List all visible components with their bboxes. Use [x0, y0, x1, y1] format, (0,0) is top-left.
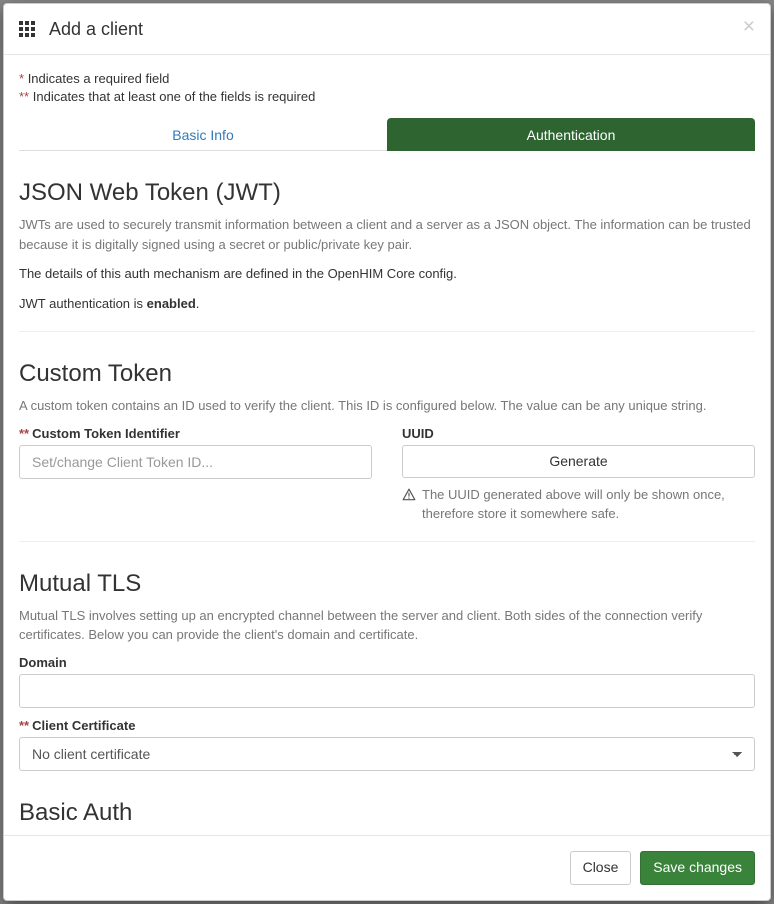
- tab-authentication[interactable]: Authentication: [387, 118, 755, 151]
- client-certificate-label: **Client Certificate: [19, 718, 755, 733]
- modal-header: Add a client ×: [4, 4, 770, 55]
- jwt-description: JWTs are used to securely transmit infor…: [19, 215, 755, 254]
- close-button[interactable]: Close: [570, 851, 632, 885]
- custom-token-description: A custom token contains an ID used to ve…: [19, 396, 755, 416]
- warning-icon: [402, 486, 416, 522]
- domain-group: Domain: [19, 655, 755, 708]
- custom-token-identifier-label: **Custom Token Identifier: [19, 426, 372, 441]
- tab-basic-info[interactable]: Basic Info: [19, 118, 387, 151]
- close-icon[interactable]: ×: [743, 16, 755, 37]
- tab-bar: Basic Info Authentication: [19, 118, 755, 151]
- jwt-section-title: JSON Web Token (JWT): [19, 179, 755, 207]
- jwt-config-note: The details of this auth mechanism are d…: [19, 264, 755, 284]
- mutual-tls-section-title: Mutual TLS: [19, 570, 755, 598]
- client-certificate-group: **Client Certificate No client certifica…: [19, 718, 755, 771]
- modal-footer: Close Save changes: [4, 835, 770, 900]
- add-client-modal: Add a client × * Indicates a required fi…: [3, 3, 771, 901]
- uuid-warning: The UUID generated above will only be sh…: [402, 486, 755, 522]
- custom-token-identifier-group: **Custom Token Identifier: [19, 426, 372, 523]
- divider: [19, 331, 755, 332]
- save-changes-button[interactable]: Save changes: [640, 851, 755, 885]
- basic-auth-section-title: Basic Auth: [19, 799, 755, 827]
- custom-token-section-title: Custom Token: [19, 360, 755, 388]
- jwt-status: JWT authentication is enabled.: [19, 294, 755, 314]
- grip-icon: [19, 21, 37, 39]
- divider: [19, 541, 755, 542]
- domain-label: Domain: [19, 655, 755, 670]
- required-field-note: * Indicates a required field: [19, 70, 755, 88]
- uuid-group: UUID Generate The UUID generated above w…: [402, 426, 755, 523]
- domain-input[interactable]: [19, 674, 755, 708]
- modal-title: Add a client: [49, 19, 143, 40]
- required-one-of-note: ** Indicates that at least one of the fi…: [19, 88, 755, 106]
- mutual-tls-description: Mutual TLS involves setting up an encryp…: [19, 606, 755, 645]
- generate-button[interactable]: Generate: [402, 445, 755, 479]
- uuid-label: UUID: [402, 426, 755, 441]
- client-certificate-select[interactable]: No client certificate: [19, 737, 755, 771]
- modal-body: * Indicates a required field ** Indicate…: [4, 55, 770, 835]
- custom-token-identifier-input[interactable]: [19, 445, 372, 479]
